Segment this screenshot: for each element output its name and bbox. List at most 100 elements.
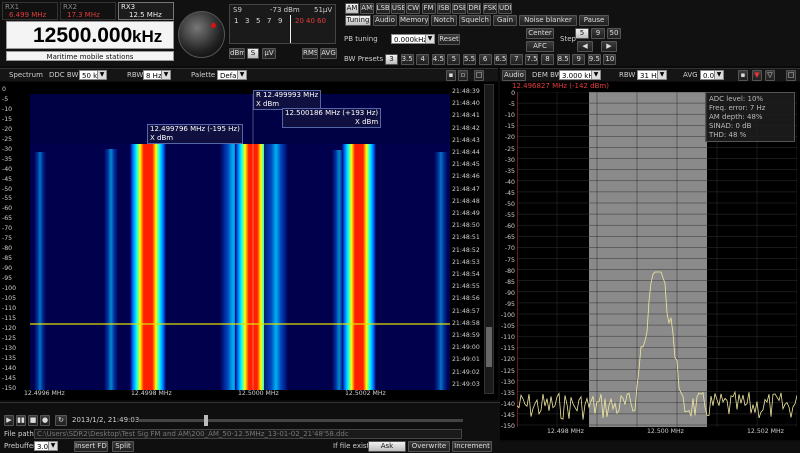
maximize-icon[interactable]: □ <box>786 70 796 81</box>
split-button[interactable]: Split <box>112 441 134 452</box>
vfo-slot-freq: 17.3 MHz <box>67 11 100 19</box>
vfo-slot-rx1[interactable]: RX1 6.499 MHz <box>2 2 58 20</box>
marker-lower[interactable]: 12.499796 MHz (-195 Hz) X dBm <box>147 124 243 144</box>
bw-preset-button[interactable]: 9.5 <box>587 54 601 65</box>
tab-notch[interactable]: Notch <box>431 15 457 26</box>
bw-preset-button[interactable]: 7.5 <box>525 54 539 65</box>
s-meter-scale-label: 60 <box>317 17 326 25</box>
stop-icon[interactable]: ■ <box>28 415 38 426</box>
waterfall-scrollbar[interactable] <box>484 84 494 394</box>
tab-tuning[interactable]: Tuning <box>345 15 371 26</box>
ask-button[interactable]: Ask <box>368 441 406 452</box>
tab-memory[interactable]: Memory <box>399 15 429 26</box>
center-button[interactable]: Center <box>526 28 554 39</box>
bw-preset-button[interactable]: 10 <box>603 54 617 65</box>
marker-icon[interactable]: ▼ <box>752 70 762 81</box>
rbw-select[interactable]: 8 Hz ▼ <box>143 70 171 80</box>
bw-preset-button[interactable]: 6 <box>478 54 492 65</box>
step-50-button[interactable]: 50 <box>607 28 621 39</box>
tab-noise-blanker[interactable]: Noise blanker <box>519 15 577 26</box>
marker-freq: R 12.499993 MHz <box>256 91 319 99</box>
scrollbar-thumb[interactable] <box>486 327 492 367</box>
vfo-slot-rx2[interactable]: RX2 17.3 MHz <box>60 2 116 20</box>
audio-volume-slider[interactable] <box>500 442 800 453</box>
filter-icon[interactable]: ▽ <box>765 70 775 81</box>
bw-preset-button[interactable]: 4.5 <box>431 54 445 65</box>
pause-icon[interactable]: ▮▮ <box>16 415 26 426</box>
pb-tuning-field[interactable]: 0.000kHz ▼ <box>391 34 435 44</box>
bw-preset-button[interactable]: 3 <box>385 54 398 65</box>
rbw-value: 8 Hz <box>146 72 162 80</box>
freq-tick-label: 12.5000 MHz <box>238 390 279 397</box>
audio-rbw-select[interactable]: 31 Hz ▼ <box>637 70 667 80</box>
db-tick-label: -10 <box>2 105 13 113</box>
palette-select[interactable]: Default ▼ <box>217 70 247 80</box>
print-icon[interactable]: ▫ <box>458 70 468 81</box>
audio-db-tick-label: -35 <box>504 167 515 175</box>
bw-preset-button[interactable]: 5 <box>447 54 461 65</box>
mode-dsb-button[interactable]: DSB <box>452 3 467 14</box>
insert-fdt-button[interactable]: Insert FDT <box>74 441 108 452</box>
afc-button[interactable]: AFC <box>526 41 554 52</box>
unit-dbm-button[interactable]: dBm <box>229 48 245 59</box>
bw-preset-button[interactable]: 8.5 <box>556 54 570 65</box>
dem-bw-select[interactable]: 3.000 kHz ▼ <box>559 70 601 80</box>
save-icon[interactable]: ▪ <box>738 70 748 81</box>
tab-audio[interactable]: Audio <box>373 15 397 26</box>
bw-preset-button[interactable]: 5.5 <box>463 54 476 65</box>
step-9-button[interactable]: 9 <box>591 28 605 39</box>
playback-position-slider[interactable] <box>138 415 463 426</box>
tab-squelch[interactable]: Squelch <box>459 15 491 26</box>
increment-button[interactable]: Increment <box>452 441 492 452</box>
mode-isb-button[interactable]: ISB <box>436 3 451 14</box>
audio-spectrum-plot[interactable] <box>517 92 797 427</box>
mode-ams-button[interactable]: AMS <box>360 3 375 14</box>
mode-cw-button[interactable]: CW <box>406 3 421 14</box>
bw-preset-button[interactable]: 8 <box>541 54 554 65</box>
rms-button[interactable]: RMS <box>302 48 318 59</box>
step-5-button[interactable]: 5 <box>575 28 589 39</box>
slider-thumb[interactable] <box>204 415 208 426</box>
play-icon[interactable]: ▶ <box>4 415 14 426</box>
overwrite-button[interactable]: Overwrite <box>408 441 450 452</box>
mode-usb-button[interactable]: USB <box>390 3 405 14</box>
unit-s-button[interactable]: S <box>247 48 259 59</box>
mode-fm-button[interactable]: FM <box>421 3 436 14</box>
bw-preset-button[interactable]: 7 <box>509 54 523 65</box>
ddc-bw-select[interactable]: 50 kHz ▼ <box>79 70 107 80</box>
tuning-knob[interactable] <box>178 11 225 58</box>
unit-uv-button[interactable]: µV <box>262 48 276 59</box>
mode-lsb-button[interactable]: LSB <box>375 3 390 14</box>
mode-fsk-button[interactable]: FSK <box>482 3 497 14</box>
mode-am-button[interactable]: AM <box>345 3 359 14</box>
save-icon[interactable]: ▪ <box>446 70 456 81</box>
avg-button[interactable]: AVG <box>320 48 337 59</box>
prebuffer-select[interactable]: 3.0s ▼ <box>34 441 58 451</box>
mode-udm-button[interactable]: UDM <box>498 3 512 14</box>
vfo-slot-rx3[interactable]: RX3 12.5 MHz <box>118 2 174 20</box>
record-icon[interactable]: ● <box>40 415 50 426</box>
loop-icon[interactable]: ↻ <box>55 415 67 426</box>
avg-select[interactable]: 0.0s ▼ <box>700 70 724 80</box>
mode-drm-button[interactable]: DRM <box>467 3 482 14</box>
bw-preset-button[interactable]: 4 <box>416 54 430 65</box>
marker-reference[interactable]: R 12.499993 MHz X dBm <box>253 90 322 110</box>
reset-button[interactable]: Reset <box>438 34 460 45</box>
step-left-arrow-icon[interactable]: ◀ <box>577 41 593 52</box>
tab-gain[interactable]: Gain <box>493 15 517 26</box>
if-file-exists-label: If file exists <box>333 442 373 450</box>
audio-tab[interactable]: Audio <box>502 70 526 81</box>
bw-preset-button[interactable]: 3.5 <box>400 54 414 65</box>
bw-preset-button[interactable]: 6.5 <box>494 54 508 65</box>
bw-preset-button[interactable]: 9 <box>572 54 586 65</box>
maximize-icon[interactable]: □ <box>474 70 484 81</box>
file-path-value: C:\Users\SDR2\Desktop\Test Sig FM and AM… <box>37 430 349 438</box>
step-right-arrow-icon[interactable]: ▶ <box>601 41 617 52</box>
marker-upper[interactable]: 12.500186 MHz (+193 Hz) X dBm <box>282 108 382 128</box>
step-label: Step <box>560 35 576 43</box>
s-meter-scale-label: 5 <box>256 17 261 25</box>
frequency-display[interactable]: 12500.000 kHz <box>6 21 174 49</box>
tab-pause[interactable]: Pause <box>579 15 609 26</box>
time-tick-label: 21:48:51 <box>452 234 480 242</box>
file-path-field[interactable]: C:\Users\SDR2\Desktop\Test Sig FM and AM… <box>34 429 462 439</box>
